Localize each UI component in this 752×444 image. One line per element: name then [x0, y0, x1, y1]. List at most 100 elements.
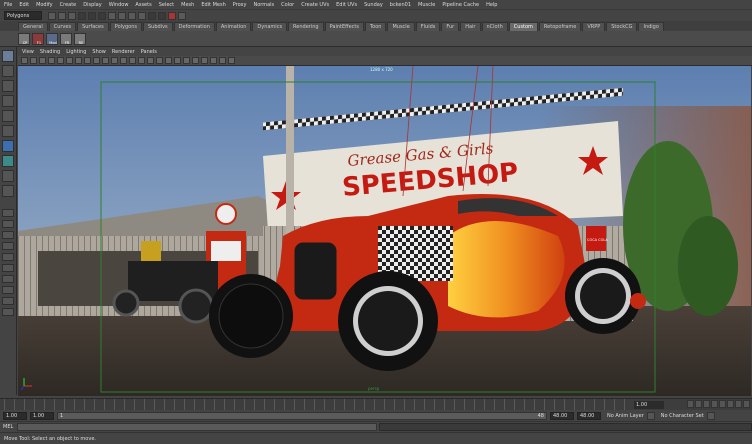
- menu-item-sunday[interactable]: Sunday: [364, 2, 383, 8]
- shelf-button-cp-icon[interactable]: CP: [18, 32, 30, 45]
- shelf-tab-custom[interactable]: Custom: [508, 22, 538, 31]
- shelf-button-fr-icon[interactable]: FR: [60, 32, 72, 45]
- panel-menu-show[interactable]: Show: [92, 49, 106, 55]
- play-backwards-icon[interactable]: [711, 400, 718, 408]
- menu-item-create[interactable]: Create: [60, 2, 77, 8]
- depth-of-field-icon[interactable]: [228, 57, 235, 64]
- isolate-select-icon[interactable]: [219, 57, 226, 64]
- menu-item-modify[interactable]: Modify: [36, 2, 53, 8]
- select-camera-icon[interactable]: [21, 57, 28, 64]
- save-scene-icon[interactable]: [68, 11, 76, 20]
- soft-mod-tool-icon[interactable]: [2, 155, 14, 167]
- viewport[interactable]: Grease Gas & Girls SPEEDSHOP COCA COLA 1…: [18, 66, 751, 396]
- smooth-shade-icon[interactable]: [138, 57, 145, 64]
- menu-item-file[interactable]: File: [4, 2, 12, 8]
- ambient-occlusion-icon[interactable]: [183, 57, 190, 64]
- 2d-pan-icon[interactable]: [57, 57, 64, 64]
- rotate-tool-icon[interactable]: [2, 110, 14, 122]
- layout-top-icon[interactable]: [2, 242, 14, 250]
- layout-render-icon[interactable]: [2, 286, 14, 294]
- shelf-tab-surfaces[interactable]: Surfaces: [77, 22, 109, 31]
- xray-icon[interactable]: [201, 57, 208, 64]
- wireframe-on-shaded-icon[interactable]: [147, 57, 154, 64]
- lights-icon[interactable]: [165, 57, 172, 64]
- step-forward-key-icon[interactable]: [735, 400, 742, 408]
- layout-hypershade-icon[interactable]: [2, 275, 14, 283]
- range-bar[interactable]: 1 48: [57, 411, 547, 420]
- shelf-tab-deformation[interactable]: Deformation: [173, 22, 215, 31]
- shelf-tab-stockcg[interactable]: StockCG: [606, 22, 638, 31]
- time-slider[interactable]: 1.00: [0, 398, 752, 411]
- anim-start-field[interactable]: 1.00: [3, 411, 27, 420]
- play-forwards-icon[interactable]: [719, 400, 726, 408]
- menu-item-edit-mesh[interactable]: Edit Mesh: [201, 2, 225, 8]
- anim-layer-icon[interactable]: [646, 411, 655, 420]
- shelf-tab-fluids[interactable]: Fluids: [415, 22, 441, 31]
- select-tool-icon[interactable]: [2, 50, 14, 62]
- shelf-tab-retopoframe[interactable]: Retopoframe: [538, 22, 582, 31]
- snap-curve-icon[interactable]: [118, 11, 126, 20]
- menu-set-dropdown[interactable]: Polygons: [4, 11, 42, 20]
- shelf-tab-ncloth[interactable]: nCloth: [481, 22, 508, 31]
- menu-item-color[interactable]: Color: [281, 2, 294, 8]
- paint-select-tool-icon[interactable]: [2, 80, 14, 92]
- open-scene-icon[interactable]: [58, 11, 66, 20]
- safe-action-icon[interactable]: [111, 57, 118, 64]
- menu-item-pipeline-cache[interactable]: Pipeline Cache: [442, 2, 479, 8]
- shelf-tab-muscle[interactable]: Muscle: [387, 22, 415, 31]
- menu-item-normals[interactable]: Normals: [253, 2, 274, 8]
- anti-alias-icon[interactable]: [192, 57, 199, 64]
- panel-menu-renderer[interactable]: Renderer: [112, 49, 135, 55]
- safe-title-icon[interactable]: [120, 57, 127, 64]
- wireframe-icon[interactable]: [129, 57, 136, 64]
- shelf-tab-hair[interactable]: Hair: [460, 22, 481, 31]
- menu-item-edit-uvs[interactable]: Edit UVs: [336, 2, 357, 8]
- field-chart-icon[interactable]: [102, 57, 109, 64]
- ipr-render-icon[interactable]: [168, 11, 176, 20]
- layout-uv-icon[interactable]: [2, 308, 14, 316]
- render-settings-icon[interactable]: [178, 11, 186, 20]
- playback-start-field[interactable]: 1.00: [30, 411, 54, 420]
- select-object-icon[interactable]: [88, 11, 96, 20]
- step-back-frame-icon[interactable]: [703, 400, 710, 408]
- shadows-icon[interactable]: [174, 57, 181, 64]
- anim-layer-label[interactable]: No Anim Layer: [607, 413, 644, 419]
- shelf-button-f1-icon[interactable]: F1: [32, 32, 44, 45]
- bookmark-icon[interactable]: [39, 57, 46, 64]
- snap-point-icon[interactable]: [128, 11, 136, 20]
- menu-item-display[interactable]: Display: [83, 2, 101, 8]
- film-gate-icon[interactable]: [75, 57, 82, 64]
- resolution-gate-icon[interactable]: [84, 57, 91, 64]
- layout-single-icon[interactable]: [2, 209, 14, 217]
- gate-mask-icon[interactable]: [93, 57, 100, 64]
- shelf-tab-rendering[interactable]: Rendering: [288, 22, 324, 31]
- layout-graph-icon[interactable]: [2, 264, 14, 272]
- shelf-tab-subdivs[interactable]: Subdivs: [143, 22, 173, 31]
- shelf-tab-toon[interactable]: Toon: [364, 22, 387, 31]
- menu-item-select[interactable]: Select: [159, 2, 174, 8]
- shelf-tab-dynamics[interactable]: Dynamics: [252, 22, 288, 31]
- panel-menu-lighting[interactable]: Lighting: [66, 49, 86, 55]
- shelf-button-re-icon[interactable]: RE: [74, 32, 86, 45]
- go-to-start-icon[interactable]: [687, 400, 694, 408]
- shelf-tab-curves[interactable]: Curves: [48, 22, 77, 31]
- menu-item-proxy[interactable]: Proxy: [233, 2, 247, 8]
- layout-side-icon[interactable]: [2, 231, 14, 239]
- shelf-tab-fur[interactable]: Fur: [441, 22, 460, 31]
- move-tool-icon[interactable]: [2, 95, 14, 107]
- character-set-icon[interactable]: [706, 411, 715, 420]
- shelf-tab-painteffects[interactable]: PaintEffects: [324, 22, 364, 31]
- menu-item-create-uvs[interactable]: Create UVs: [301, 2, 329, 8]
- universal-manipulator-icon[interactable]: [2, 140, 14, 152]
- command-input[interactable]: [17, 423, 377, 431]
- new-scene-icon[interactable]: [48, 11, 56, 20]
- shelf-tab-vrpp[interactable]: VRPP: [582, 22, 606, 31]
- menu-item-assets[interactable]: Assets: [135, 2, 151, 8]
- menu-item-help[interactable]: Help: [486, 2, 497, 8]
- panel-menu-panels[interactable]: Panels: [141, 49, 157, 55]
- menu-item-bcken01[interactable]: bcken01: [390, 2, 411, 8]
- camera-attributes-icon[interactable]: [30, 57, 37, 64]
- image-plane-icon[interactable]: [48, 57, 55, 64]
- snap-grid-icon[interactable]: [108, 11, 116, 20]
- step-forward-frame-icon[interactable]: [727, 400, 734, 408]
